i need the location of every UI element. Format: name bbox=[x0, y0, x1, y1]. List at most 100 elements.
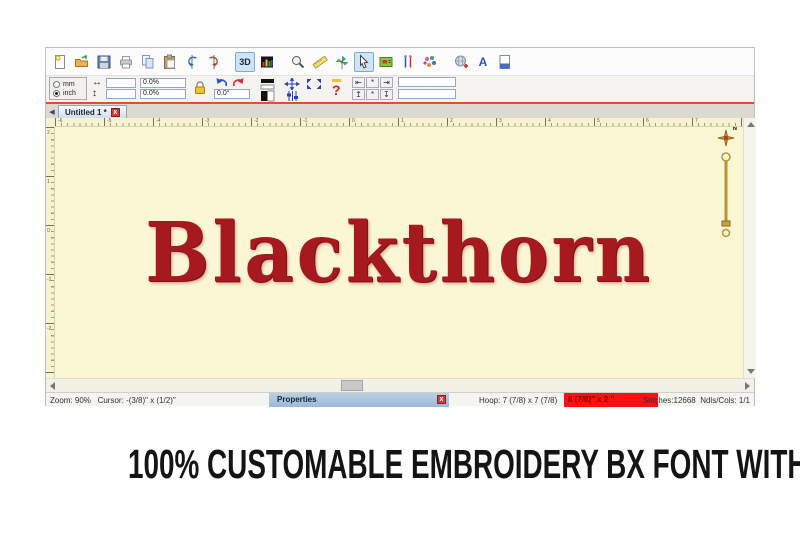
width-arrow-icon: ↔ bbox=[92, 77, 102, 88]
3d-view-button[interactable]: 3D bbox=[235, 51, 255, 72]
height-percent-input[interactable]: 0.0% bbox=[140, 89, 186, 99]
scroll-left-icon[interactable] bbox=[50, 382, 55, 390]
properties-panel-label: Properties bbox=[277, 395, 317, 404]
scroll-down-icon[interactable] bbox=[747, 369, 755, 374]
horizontal-scroll-thumb[interactable] bbox=[341, 380, 363, 391]
measure-ruler-icon[interactable] bbox=[310, 52, 330, 72]
status-stitches-ndls: Stitches:12668 Ndls/Cols: 1/1 bbox=[643, 396, 750, 405]
flip-horizontal-icon[interactable] bbox=[182, 52, 202, 72]
design-text[interactable]: Blackthorn bbox=[145, 204, 653, 300]
ruler-label: -1 bbox=[47, 277, 52, 283]
mm-radio[interactable] bbox=[53, 80, 60, 88]
unit-mm-option[interactable]: mm bbox=[53, 80, 86, 88]
width-percent-input[interactable]: 0.0% bbox=[140, 78, 186, 88]
ruler-label: -6 bbox=[58, 118, 63, 124]
height-input[interactable] bbox=[106, 89, 136, 99]
ruler-label: 1 bbox=[47, 179, 50, 185]
width-input[interactable] bbox=[106, 78, 136, 88]
app-window: 3D A mm inch ↔ 0.0% ↕ 0.0% 0.0° ? ⇤ * ⇥ … bbox=[45, 47, 756, 407]
properties-close-icon[interactable]: x bbox=[437, 395, 446, 404]
vertical-scrollbar[interactable] bbox=[743, 118, 756, 378]
status-ndls: Ndls/Cols: 1/1 bbox=[700, 396, 750, 405]
properties-icon[interactable] bbox=[376, 52, 396, 72]
flip-vertical-icon[interactable] bbox=[204, 52, 224, 72]
status-stitches: Stitches:12668 bbox=[642, 396, 696, 405]
scroll-right-icon[interactable] bbox=[745, 382, 750, 390]
compass-north-label: N bbox=[732, 127, 737, 132]
scroll-up-icon[interactable] bbox=[747, 122, 755, 127]
mm-label: mm bbox=[63, 80, 75, 88]
lettering-icon[interactable]: A bbox=[473, 52, 493, 72]
horizontal-scrollbar[interactable] bbox=[46, 378, 754, 392]
align-center-h-icon[interactable]: * bbox=[366, 77, 379, 88]
h-ruler: -6 -5 -4 -3 -2 -1 0 1 2 3 4 5 6 7 bbox=[55, 118, 743, 127]
status-zoom: Zoom: 90% bbox=[50, 396, 91, 405]
tab-scroll-left-icon[interactable]: ◀ bbox=[46, 107, 58, 118]
lock-aspect-icon[interactable] bbox=[192, 80, 208, 101]
lettering-label: A bbox=[478, 54, 488, 69]
align-left-icon[interactable]: ⇤ bbox=[352, 77, 365, 88]
ruler-label: -5 bbox=[107, 118, 112, 124]
inch-radio[interactable] bbox=[53, 89, 60, 97]
help-icon[interactable]: ? bbox=[332, 79, 341, 98]
ruler-label: 7 bbox=[695, 118, 698, 124]
print-icon[interactable] bbox=[116, 52, 136, 72]
ruler-label: -4 bbox=[156, 118, 161, 124]
tab-close-icon[interactable]: x bbox=[110, 107, 120, 117]
properties-toolbar: mm inch ↔ 0.0% ↕ 0.0% 0.0° ? ⇤ * ⇥ ↥ * ↧ bbox=[46, 76, 754, 102]
ruler-label: 5 bbox=[597, 118, 600, 124]
design-canvas[interactable]: Blackthorn N bbox=[55, 127, 743, 378]
main-toolbar: 3D A bbox=[46, 48, 754, 76]
ruler-label: 0 bbox=[352, 118, 355, 124]
unit-selector: mm inch bbox=[49, 77, 87, 100]
fit-view-icon[interactable] bbox=[306, 77, 322, 95]
align-center-v-icon[interactable]: * bbox=[366, 89, 379, 100]
ruler-label: -1 bbox=[303, 118, 308, 124]
spacing-v-input[interactable] bbox=[398, 89, 456, 99]
align-top-icon[interactable]: ↥ bbox=[352, 89, 365, 100]
marketing-caption: 100% CUSTOMABLE EMBROIDERY BX FONT WITH … bbox=[128, 441, 800, 487]
ruler-label: -2 bbox=[47, 326, 52, 332]
status-zoom-cursor: Zoom: 90% Cursor: -(3/8)" x (1/2)" bbox=[50, 396, 176, 405]
ruler-label: 4 bbox=[548, 118, 551, 124]
size-slider-gadget[interactable] bbox=[719, 151, 733, 248]
ruler-label: 3 bbox=[499, 118, 502, 124]
pinwheel-icon[interactable] bbox=[332, 52, 352, 72]
ruler-label: -3 bbox=[205, 118, 210, 124]
page: 3D A mm inch ↔ 0.0% ↕ 0.0% 0.0° ? ⇤ * ⇥ … bbox=[0, 0, 800, 533]
v-ruler: 2 1 0 -1 -2 bbox=[46, 127, 55, 378]
height-arrow-icon: ↕ bbox=[92, 88, 97, 99]
ruler-label: 2 bbox=[450, 118, 453, 124]
globe-add-icon[interactable] bbox=[451, 52, 471, 72]
ruler-label: 6 bbox=[646, 118, 649, 124]
copy-icon[interactable] bbox=[138, 52, 158, 72]
3d-view-label: 3D bbox=[239, 56, 251, 67]
design-flower-icon[interactable] bbox=[420, 52, 440, 72]
compass-gadget[interactable]: N bbox=[717, 127, 737, 152]
inch-label: inch bbox=[63, 89, 76, 97]
status-cursor: Cursor: -(3/8)" x (1/2)" bbox=[97, 396, 176, 405]
paste-icon[interactable] bbox=[160, 52, 180, 72]
rotation-input[interactable]: 0.0° bbox=[214, 89, 250, 99]
spacing-h-input[interactable] bbox=[398, 77, 456, 87]
new-document-icon[interactable] bbox=[50, 52, 70, 72]
tab-untitled-1[interactable]: Untitled 1 * x bbox=[58, 105, 127, 118]
notes-document-icon[interactable] bbox=[495, 52, 515, 72]
align-right-icon[interactable]: ⇥ bbox=[380, 77, 393, 88]
save-icon[interactable] bbox=[94, 52, 114, 72]
tab-label: Untitled 1 * bbox=[65, 107, 107, 117]
stitch-pins-icon[interactable] bbox=[398, 52, 418, 72]
zoom-icon[interactable] bbox=[288, 52, 308, 72]
unit-inch-option[interactable]: inch bbox=[53, 89, 86, 97]
ruler-label: -2 bbox=[254, 118, 259, 124]
document-tabbar: ◀ Untitled 1 * x bbox=[46, 104, 754, 118]
color-chart-icon[interactable] bbox=[257, 52, 277, 72]
properties-panel-bar[interactable]: Properties x bbox=[269, 393, 449, 407]
ruler-label: 0 bbox=[47, 228, 50, 234]
ruler-corner bbox=[46, 118, 55, 127]
select-pointer-icon[interactable] bbox=[354, 51, 374, 72]
ruler-label: 2 bbox=[47, 130, 50, 136]
status-bar: Zoom: 90% Cursor: -(3/8)" x (1/2)" Prope… bbox=[46, 392, 754, 407]
open-folder-icon[interactable] bbox=[72, 52, 92, 72]
align-bottom-icon[interactable]: ↧ bbox=[380, 89, 393, 100]
